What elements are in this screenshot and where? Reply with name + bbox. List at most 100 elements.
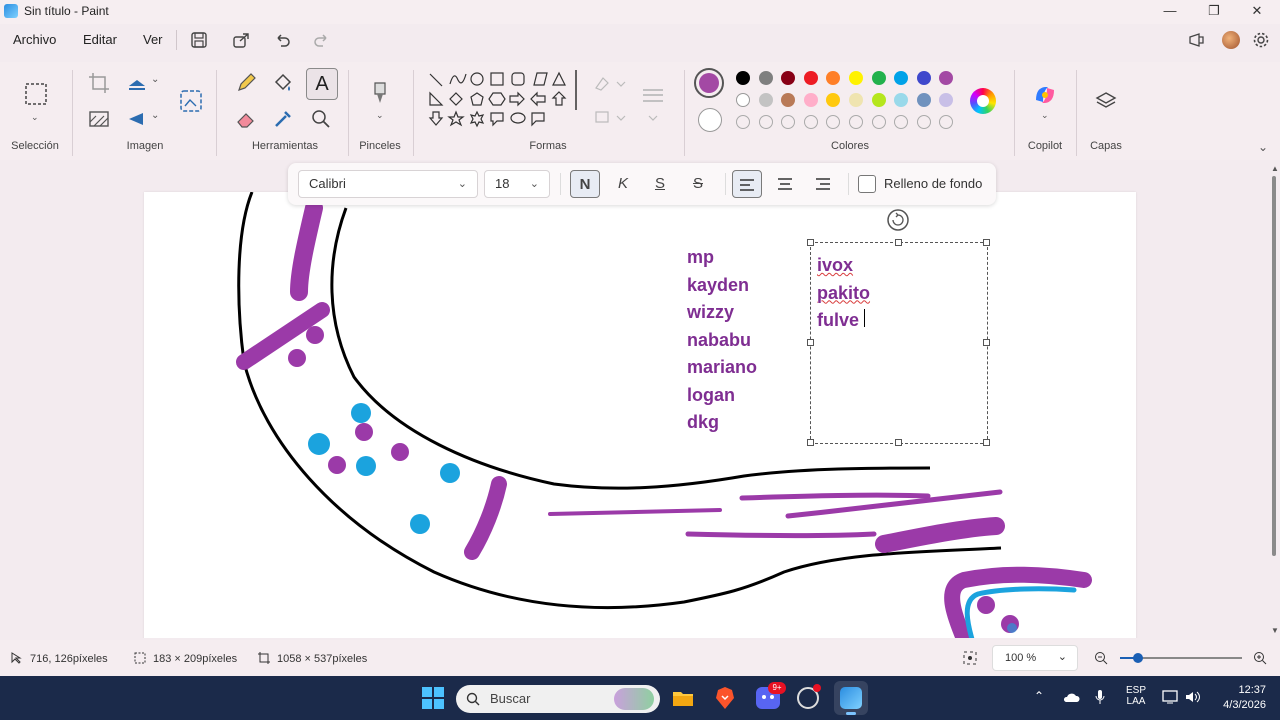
chevron-down-icon[interactable]: ⌄ <box>151 110 159 121</box>
color-swatch[interactable] <box>849 71 863 85</box>
restore-button[interactable]: ❐ <box>1194 2 1234 22</box>
eraser-icon[interactable] <box>233 106 259 132</box>
color-swatch[interactable] <box>736 93 750 107</box>
color-swatch[interactable] <box>781 93 796 107</box>
color-swatch[interactable] <box>916 93 931 107</box>
chevron-down-icon[interactable]: ⌄ <box>1041 110 1049 121</box>
color-swatch[interactable] <box>736 71 750 85</box>
scroll-up-arrow-icon[interactable]: ▲ <box>1271 164 1279 173</box>
resize-handle[interactable] <box>807 439 814 446</box>
redo-icon[interactable] <box>311 30 331 50</box>
input-language[interactable]: ESP LAA <box>1125 685 1147 707</box>
zoom-in-icon[interactable] <box>1253 651 1267 665</box>
ribbon-collapse-chevron-icon[interactable]: ⌄ <box>1258 140 1268 154</box>
shape-outline-fill-icons[interactable] <box>593 74 627 128</box>
chevron-down-icon[interactable]: ⌄ <box>376 110 384 121</box>
user-avatar[interactable] <box>1222 31 1240 49</box>
magnifier-icon[interactable] <box>308 106 334 132</box>
scroll-down-arrow-icon[interactable]: ▼ <box>1271 626 1279 635</box>
save-icon[interactable] <box>189 30 209 50</box>
chevron-down-icon[interactable]: ⌄ <box>31 112 39 123</box>
text-box-content[interactable]: ivox pakito fulve <box>817 252 870 335</box>
color-swatch[interactable] <box>803 71 818 85</box>
feedback-icon[interactable] <box>1188 32 1206 48</box>
color-swatch[interactable] <box>758 71 773 85</box>
color-picker-icon[interactable] <box>270 106 296 132</box>
color-swatch[interactable] <box>916 71 931 85</box>
menu-ver[interactable]: Ver <box>143 32 163 47</box>
volume-icon[interactable] <box>1184 690 1202 704</box>
settings-gear-icon[interactable] <box>1252 31 1270 49</box>
edit-colors-icon[interactable] <box>970 88 996 114</box>
custom-color-slot[interactable] <box>803 115 818 129</box>
custom-color-slot[interactable] <box>826 115 841 129</box>
fill-bucket-icon[interactable] <box>270 70 296 96</box>
custom-color-slot[interactable] <box>736 115 750 129</box>
layers-icon[interactable] <box>1094 90 1118 114</box>
microphone-icon[interactable] <box>1094 689 1106 705</box>
text-box-line[interactable]: ivox <box>817 252 870 280</box>
color-swatch[interactable] <box>826 71 841 85</box>
resize-handle[interactable] <box>895 439 902 446</box>
align-right-button[interactable] <box>808 170 838 198</box>
color-swatch[interactable] <box>894 93 909 107</box>
text-box-selection[interactable]: ivox pakito fulve <box>810 242 988 444</box>
primary-color-selector[interactable] <box>694 68 724 98</box>
background-fill-checkbox[interactable] <box>858 175 876 193</box>
color-swatch[interactable] <box>849 93 863 107</box>
scrollbar-thumb[interactable] <box>1272 176 1276 556</box>
resize-handle[interactable] <box>807 339 814 346</box>
chevron-down-icon[interactable]: ⌄ <box>151 74 159 85</box>
custom-color-slot[interactable] <box>758 115 773 129</box>
font-family-dropdown[interactable]: Calibri ⌄ <box>298 170 478 198</box>
text-box-line[interactable]: fulve <box>817 307 870 335</box>
brush-icon[interactable] <box>367 80 393 106</box>
undo-icon[interactable] <box>273 30 293 50</box>
color-swatch[interactable] <box>871 93 886 107</box>
text-box-line[interactable]: pakito <box>817 280 870 308</box>
image-creator-icon[interactable] <box>178 88 204 114</box>
brave-browser-icon[interactable] <box>714 686 736 710</box>
copilot-icon[interactable] <box>1032 82 1058 108</box>
menu-archivo[interactable]: Archivo <box>13 32 56 47</box>
italic-button[interactable]: K <box>608 170 638 198</box>
strikethrough-button[interactable]: S <box>683 170 713 198</box>
menu-editar[interactable]: Editar <box>83 32 117 47</box>
color-swatch[interactable] <box>781 71 796 85</box>
underline-button[interactable]: S <box>645 170 675 198</box>
resize-handle[interactable] <box>895 239 902 246</box>
color-swatch[interactable] <box>894 71 909 85</box>
minimize-button[interactable]: — <box>1150 2 1190 22</box>
resize-handle[interactable] <box>983 239 990 246</box>
text-tool-icon[interactable]: A <box>306 68 338 100</box>
rotate-handle-icon[interactable] <box>886 208 910 232</box>
color-swatch[interactable] <box>939 71 954 85</box>
resize-handle[interactable] <box>983 439 990 446</box>
system-clock[interactable]: 12:37 4/3/2026 <box>1210 684 1266 711</box>
windows-start-icon[interactable] <box>421 686 445 710</box>
fit-to-window-icon[interactable] <box>963 651 977 665</box>
custom-color-slot[interactable] <box>849 115 863 129</box>
custom-color-slot[interactable] <box>781 115 796 129</box>
color-swatch[interactable] <box>871 71 886 85</box>
selection-rectangle-icon[interactable] <box>24 82 48 106</box>
secondary-color-swatch[interactable] <box>698 108 722 132</box>
drawing-canvas[interactable]: mp kayden wizzy nababu mariano logan dkg ivox p… <box>144 192 1136 638</box>
resize-icon[interactable] <box>124 70 150 96</box>
color-swatch[interactable] <box>803 93 818 107</box>
shapes-gallery[interactable] <box>424 68 580 138</box>
file-explorer-icon[interactable] <box>671 686 695 710</box>
custom-color-slot[interactable] <box>939 115 954 129</box>
align-center-button[interactable] <box>770 170 800 198</box>
font-size-dropdown[interactable]: 18 ⌄ <box>484 170 550 198</box>
bold-button[interactable]: N <box>570 170 600 198</box>
color-swatch[interactable] <box>826 93 841 107</box>
zoom-slider-thumb[interactable] <box>1133 653 1143 663</box>
size-icon[interactable] <box>640 84 666 124</box>
taskbar-search-box[interactable]: Buscar <box>456 685 660 713</box>
color-swatch[interactable] <box>939 93 954 107</box>
color-swatch[interactable] <box>758 93 773 107</box>
network-icon[interactable] <box>1162 690 1180 704</box>
close-button[interactable]: ✕ <box>1237 2 1277 22</box>
crop-icon[interactable] <box>86 70 112 96</box>
